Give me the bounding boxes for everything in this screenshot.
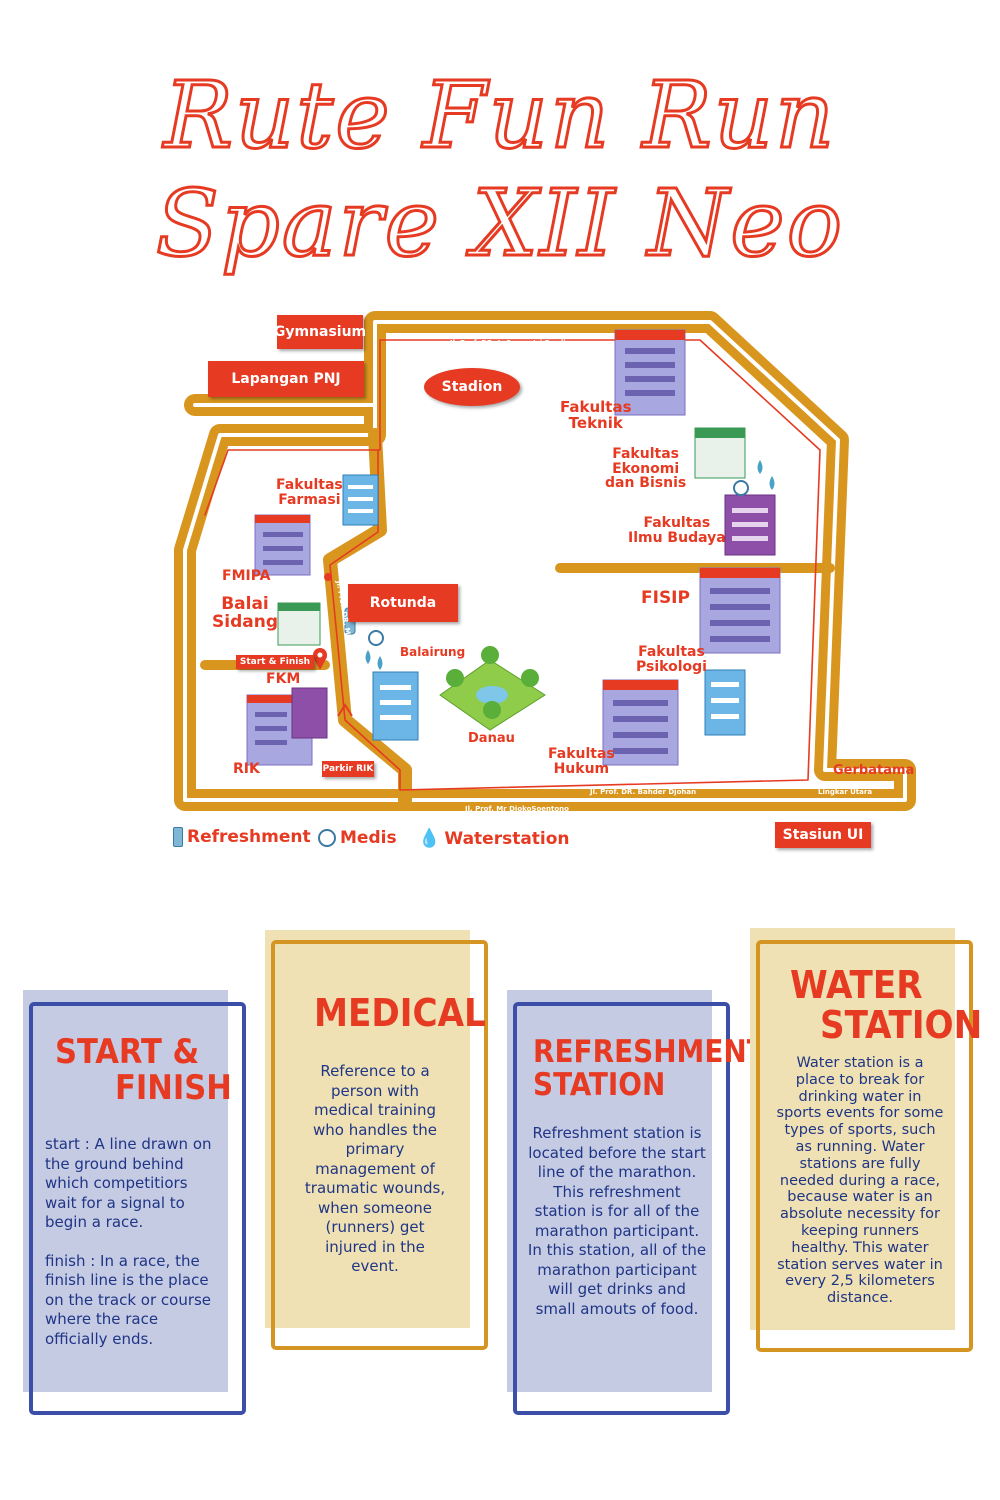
building-fkm-rik-icon bbox=[246, 687, 328, 766]
building-ekonomi-icon bbox=[694, 427, 746, 479]
stadion-label: Stadion bbox=[424, 368, 520, 406]
card-water-station-body: Water station is a place to break for dr… bbox=[776, 1055, 944, 1307]
building-farmasi-icon bbox=[342, 474, 379, 526]
fakultas-psikologi-label: Fakultas Psikologi bbox=[636, 644, 707, 675]
fisip-label: FISIP bbox=[641, 588, 690, 608]
legend-refreshment: Refreshment bbox=[173, 827, 311, 847]
rotunda-label: Rotunda bbox=[348, 584, 458, 622]
card-medical-heading: MEDICAL bbox=[314, 991, 486, 1035]
card-start-finish-heading: START & FINISH bbox=[55, 1032, 232, 1108]
fakultas-hukum-label: Fakultas Hukum bbox=[548, 746, 615, 777]
lapangan-pnj-label: Lapangan PNJ bbox=[208, 361, 364, 397]
fmipa-label: FMIPA bbox=[222, 568, 271, 584]
legend-medis: Medis bbox=[318, 828, 397, 848]
fkm-label: FKM bbox=[266, 671, 301, 687]
balai-sidang-label: Balai Sidang bbox=[212, 594, 278, 632]
title-line-2: Spare XII Neo bbox=[154, 170, 845, 277]
parkir-rik-label: Parkir RIK bbox=[322, 761, 374, 777]
balairung-label: Balairung bbox=[400, 645, 466, 659]
card-refreshment-heading: REFRESHMENT STATION bbox=[533, 1034, 766, 1103]
danau-label: Danau bbox=[468, 731, 515, 746]
road-lingkar-utara-label: Lingkar Utara bbox=[818, 788, 873, 796]
refreshment-bottle-icon bbox=[173, 827, 183, 847]
building-budaya-icon bbox=[724, 494, 776, 556]
gerbatama-label: Gerbatama bbox=[833, 763, 915, 778]
road-somantri-label: Jl. Prof. DR. Ir Somantri Brodjonegoro bbox=[450, 339, 599, 347]
fakultas-farmasi-label: Fakultas Farmasi bbox=[276, 477, 343, 508]
building-balairung-icon bbox=[372, 671, 419, 741]
fakultas-budaya-label: Fakultas Ilmu Budaya bbox=[628, 515, 726, 546]
building-psikologi-icon bbox=[704, 669, 746, 736]
start-finish-label: Start & Finish bbox=[236, 655, 314, 669]
route-marker-icon bbox=[324, 573, 332, 581]
building-balai-sidang-icon bbox=[277, 602, 321, 646]
road-djokosoentono-label: Jl. Prof. Mr DjokoSoentono bbox=[465, 805, 569, 813]
waterstation-drop-icon: 💧 bbox=[418, 828, 441, 849]
card-medical-body: Reference to a person with medical train… bbox=[304, 1062, 446, 1275]
fakultas-ekonomi-label: Fakultas Ekonomi dan Bisnis bbox=[605, 446, 687, 492]
card-start-finish-body: start : A line drawn on the ground behin… bbox=[45, 1135, 212, 1348]
fakultas-teknik-label: Fakultas Teknik bbox=[560, 398, 632, 432]
building-fisip-icon bbox=[699, 567, 781, 654]
route-map: Gymnasium Lapangan PNJ Stadion Rotunda S… bbox=[0, 300, 1000, 870]
card-refreshment-body: Refreshment station is located before th… bbox=[527, 1124, 707, 1318]
rik-label: RIK bbox=[233, 761, 260, 777]
legend-waterstation: 💧 Waterstation bbox=[418, 828, 570, 849]
card-water-station-heading: WATER STATION bbox=[790, 963, 983, 1047]
gymnasium-label: Gymnasium bbox=[274, 315, 366, 349]
road-djohan-label: Jl. Prof. DR. Bahder Djohan bbox=[590, 788, 697, 796]
building-fmipa-icon bbox=[254, 514, 311, 576]
title-line-1: Rute Fun Run bbox=[162, 62, 837, 169]
medis-icon bbox=[318, 829, 336, 847]
stasiun-ui-label: Stasiun UI bbox=[775, 822, 871, 848]
